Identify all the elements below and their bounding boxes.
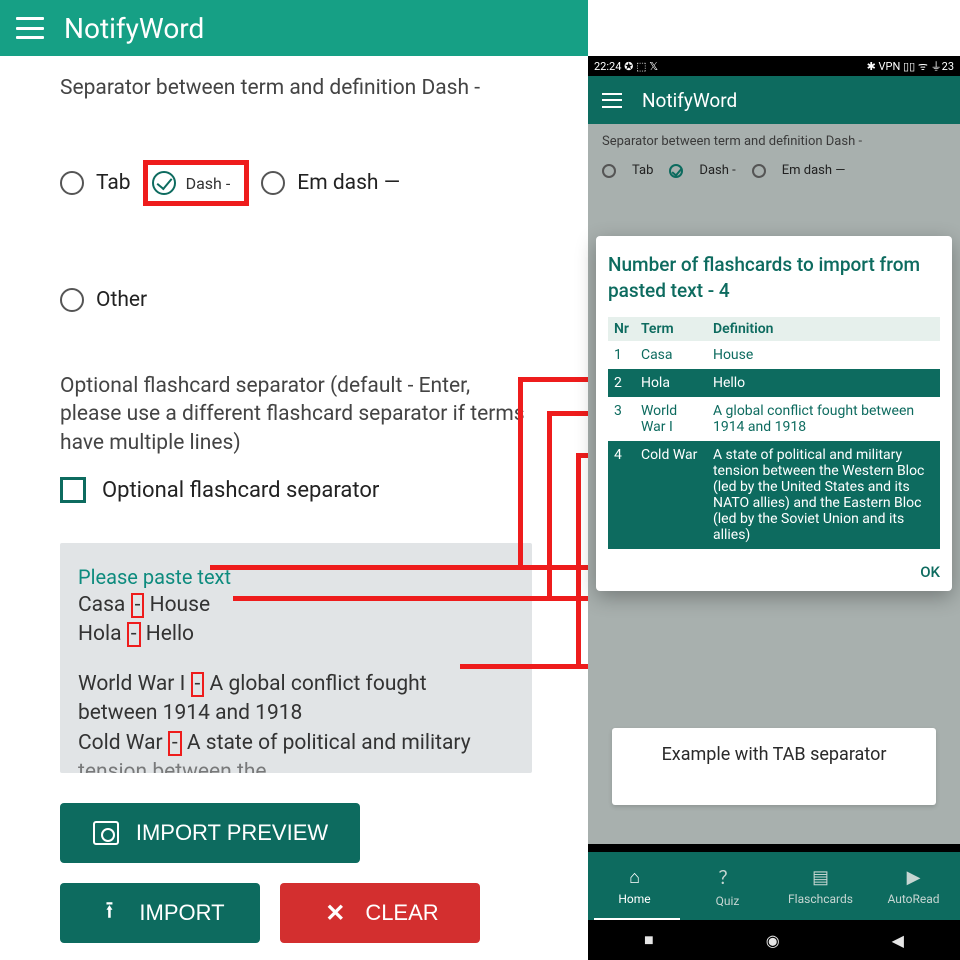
paste-line-3: World War I - A global conflict fought <box>78 670 514 699</box>
phone-title: NotifyWord <box>642 89 737 112</box>
radio-checked-icon[interactable] <box>669 164 683 178</box>
radio-label: Tab <box>96 171 131 195</box>
android-home-icon[interactable]: ◉ <box>766 931 780 950</box>
dialog-title: Number of flashcards to import from past… <box>608 252 940 303</box>
phone-screen: 22:24 ✪ ⬚ 𝕏 ✱ VPN ▯▯ ᯤ ⏚23 NotifyWord Se… <box>588 56 960 960</box>
col-nr: Nr <box>608 317 635 341</box>
status-icons: ✱ VPN ▯▯ ᯤ ⏚23 <box>867 58 954 74</box>
home-icon: ⌂ <box>629 867 640 888</box>
main-screen: NotifyWord Separator between term and de… <box>0 0 588 960</box>
checkbox-label: Optional flashcard separator <box>102 478 379 503</box>
import-button[interactable]: ⭱ IMPORT <box>60 883 260 943</box>
paste-line-4: Cold War - A state of political and mili… <box>78 729 514 758</box>
phone-header: NotifyWord <box>588 76 960 124</box>
radio-icon <box>60 288 84 312</box>
radio-label: Dash - <box>699 163 735 178</box>
table-row: 3World War IA global conflict fought bet… <box>608 397 940 441</box>
optional-separator-checkbox[interactable]: Optional flashcard separator <box>60 477 532 503</box>
table-row: 1CasaHouse <box>608 341 940 369</box>
annotation-line <box>518 377 523 569</box>
import-form: Separator between term and definition Da… <box>0 56 588 943</box>
table-header-row: Nr Term Definition <box>608 317 940 341</box>
paste-line-3b: between 1914 and 1918 <box>78 699 514 728</box>
radio-label: Em dash — <box>297 171 400 195</box>
nav-autoread[interactable]: ▶ AutoRead <box>867 852 960 920</box>
nav-label: Flaschcards <box>788 892 853 906</box>
button-row-1: IMPORT PREVIEW <box>60 803 532 863</box>
menu-icon[interactable] <box>602 93 622 108</box>
status-time: 22:24 ✪ ⬚ 𝕏 <box>594 60 658 73</box>
radio-icon <box>60 171 84 195</box>
dash-highlight-icon: - <box>131 593 145 618</box>
android-back-icon[interactable]: ◀ <box>892 931 904 950</box>
separator-radio-group: Tab Dash - Em dash — <box>60 160 532 206</box>
button-row-2: ⭱ IMPORT ✕ CLEAR <box>60 883 532 943</box>
app-header: NotifyWord <box>0 0 588 56</box>
radio-label: Em dash — <box>782 163 846 178</box>
paste-line-4b: tension between the <box>78 758 514 773</box>
radio-other-row: Other <box>60 288 532 312</box>
ok-button[interactable]: OK <box>608 563 940 581</box>
nav-label: Quiz <box>716 894 740 908</box>
phone-body: Separator between term and definition Da… <box>588 124 960 844</box>
clear-button[interactable]: ✕ CLEAR <box>280 883 480 943</box>
nav-label: AutoRead <box>887 892 939 906</box>
radio-label: Other <box>96 288 147 312</box>
paste-textarea[interactable]: Please paste text Casa - House Hola - He… <box>60 543 532 773</box>
radio-emdash[interactable]: Em dash — <box>261 171 400 195</box>
dash-highlight-icon: - <box>191 672 205 697</box>
radio-icon[interactable] <box>752 164 766 178</box>
play-icon: ▶ <box>907 867 921 888</box>
quiz-icon: ？ <box>719 864 737 890</box>
annotation-line <box>233 596 618 601</box>
col-term: Term <box>635 317 707 341</box>
android-nav-bar: ■ ◉ ◀ <box>588 920 960 960</box>
menu-icon[interactable] <box>16 17 44 39</box>
button-label: IMPORT PREVIEW <box>136 820 328 846</box>
radio-icon[interactable] <box>602 164 616 178</box>
dash-highlight-icon: - <box>127 622 141 647</box>
upload-icon: ⭱ <box>95 899 123 927</box>
separator-heading: Separator between term and definition Da… <box>602 134 946 149</box>
annotation-line <box>547 411 552 600</box>
phone-bg-content: Separator between term and definition Da… <box>588 124 960 188</box>
nav-home[interactable]: ⌂ Home <box>588 852 681 920</box>
checkbox-icon <box>60 477 86 503</box>
table-row: 4Cold WarA state of political and milita… <box>608 441 940 549</box>
cards-icon: ▤ <box>812 867 829 888</box>
nav-quiz[interactable]: ？ Quiz <box>681 852 774 920</box>
phone-radio-group: Tab Dash - Em dash — <box>602 163 946 178</box>
android-recent-icon[interactable]: ■ <box>644 930 654 950</box>
paste-line-2: Hola - Hello <box>78 620 514 649</box>
example-card[interactable]: Example with TAB separator <box>612 728 936 805</box>
bottom-nav: ⌂ Home ？ Quiz ▤ Flaschcards ▶ AutoRead <box>588 852 960 920</box>
radio-checked-icon <box>152 171 176 195</box>
nav-flashcards[interactable]: ▤ Flaschcards <box>774 852 867 920</box>
example-card-title: Example with TAB separator <box>626 744 922 765</box>
app-title: NotifyWord <box>64 12 204 45</box>
radio-icon <box>261 171 285 195</box>
optional-separator-info: Optional flashcard separator (default - … <box>60 372 532 457</box>
annotation-line <box>576 453 581 668</box>
dash-highlight-icon: - <box>168 731 182 756</box>
radio-dash-highlighted[interactable]: Dash - <box>143 160 250 206</box>
close-icon: ✕ <box>321 899 349 927</box>
import-preview-dialog: Number of flashcards to import from past… <box>596 236 952 591</box>
button-label: IMPORT <box>139 900 224 926</box>
radio-label: Tab <box>632 163 653 178</box>
button-label: CLEAR <box>365 900 438 926</box>
annotation-line <box>210 565 618 570</box>
separator-heading: Separator between term and definition Da… <box>60 76 532 100</box>
radio-other[interactable]: Other <box>60 288 147 312</box>
radio-tab[interactable]: Tab <box>60 171 131 195</box>
col-def: Definition <box>707 317 940 341</box>
nav-label: Home <box>618 892 650 906</box>
import-preview-button[interactable]: IMPORT PREVIEW <box>60 803 360 863</box>
preview-icon <box>92 819 120 847</box>
radio-label: Dash - <box>186 174 231 193</box>
table-row: 2HolaHello <box>608 369 940 397</box>
status-bar: 22:24 ✪ ⬚ 𝕏 ✱ VPN ▯▯ ᯤ ⏚23 <box>588 56 960 76</box>
flashcard-table: Nr Term Definition 1CasaHouse 2HolaHello… <box>608 317 940 549</box>
